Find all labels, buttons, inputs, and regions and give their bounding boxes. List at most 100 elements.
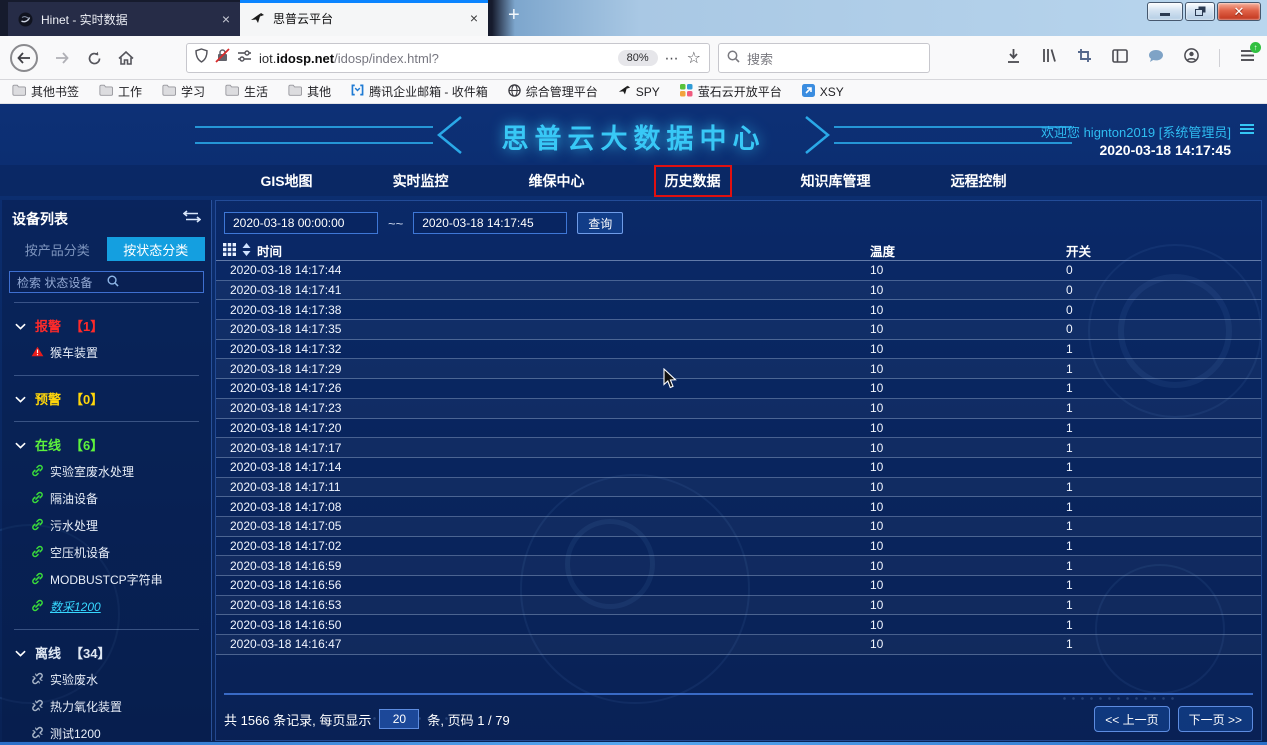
device-item[interactable]: 数采1200 <box>2 593 211 620</box>
close-window-button[interactable]: ✕ <box>1217 2 1261 21</box>
nav-tab-GIS地图[interactable]: GIS地图 <box>249 165 323 197</box>
device-item[interactable]: MODBUSTCP字符串 <box>2 566 211 593</box>
device-item[interactable]: 猴车装置 <box>2 339 211 366</box>
library-icon[interactable] <box>1041 48 1057 68</box>
permissions-icon[interactable] <box>237 49 252 67</box>
chat-icon[interactable] <box>1148 49 1164 68</box>
bookmark-item[interactable]: 学习 <box>162 83 205 100</box>
sidebar-toggle-icon[interactable] <box>1112 49 1128 68</box>
browser-tab-sipu[interactable]: 思普云平台 × <box>240 0 488 36</box>
table-row[interactable]: 2020-03-18 14:17:14101 <box>216 458 1261 478</box>
arrow-icon <box>802 84 815 100</box>
app-menu-icon[interactable] <box>1239 123 1255 141</box>
url-bar[interactable]: iot.idosp.net/idosp/index.html? 80% ⋯ ☆ <box>186 43 710 73</box>
sidebar-tab-by-status[interactable]: 按状态分类 <box>107 237 206 261</box>
sidebar-tab-by-product[interactable]: 按产品分类 <box>8 237 107 261</box>
table-row[interactable]: 2020-03-18 14:17:41100 <box>216 281 1261 301</box>
device-item[interactable]: 实验废水 <box>2 666 211 693</box>
table-row[interactable]: 2020-03-18 14:16:53101 <box>216 596 1261 616</box>
blocked-lock-icon[interactable] <box>215 48 230 68</box>
sort-icon[interactable] <box>242 243 251 259</box>
table-row[interactable]: 2020-03-18 14:17:29101 <box>216 359 1261 379</box>
zoom-level-badge[interactable]: 80% <box>618 50 658 66</box>
table-row[interactable]: 2020-03-18 14:16:50101 <box>216 615 1261 635</box>
table-row[interactable]: 2020-03-18 14:17:32101 <box>216 340 1261 360</box>
table-row[interactable]: 2020-03-18 14:16:47101 <box>216 635 1261 655</box>
url-text[interactable]: iot.idosp.net/idosp/index.html? <box>259 51 611 66</box>
column-header-temperature[interactable]: 温度 <box>866 241 1062 260</box>
device-item[interactable]: 污水处理 <box>2 512 211 539</box>
table-row[interactable]: 2020-03-18 14:17:35100 <box>216 320 1261 340</box>
table-row[interactable]: 2020-03-18 14:17:44100 <box>216 261 1261 281</box>
device-group-在线[interactable]: 在线【6】 <box>2 431 211 458</box>
forward-button[interactable] <box>48 44 76 72</box>
new-tab-button[interactable]: + <box>500 4 528 27</box>
home-button[interactable] <box>112 44 140 72</box>
menu-icon[interactable]: ↑ <box>1240 49 1255 67</box>
table-row[interactable]: 2020-03-18 14:17:02101 <box>216 537 1261 557</box>
table-row[interactable]: 2020-03-18 14:16:56101 <box>216 576 1261 596</box>
device-item[interactable]: 隔油设备 <box>2 485 211 512</box>
nav-tab-实时监控[interactable]: 实时监控 <box>382 165 460 197</box>
search-input[interactable]: 搜索 <box>718 43 930 73</box>
cell-time: 2020-03-18 14:17:29 <box>216 362 866 376</box>
account-icon[interactable] <box>1184 48 1199 68</box>
screenshot-icon[interactable] <box>1077 48 1092 68</box>
tab-close-icon[interactable]: × <box>222 11 230 27</box>
browser-tab-hinet[interactable]: Hinet - 实时数据 × <box>8 2 240 36</box>
search-icon[interactable] <box>107 275 197 290</box>
swap-arrows-icon[interactable] <box>183 210 201 228</box>
table-row[interactable]: 2020-03-18 14:17:26101 <box>216 379 1261 399</box>
nav-tab-维保中心[interactable]: 维保中心 <box>518 165 596 197</box>
column-header-switch[interactable]: 开关 <box>1062 241 1261 260</box>
nav-tab-远程控制[interactable]: 远程控制 <box>940 165 1018 197</box>
download-icon[interactable] <box>1006 48 1021 69</box>
bookmark-item[interactable]: 其他 <box>288 83 331 100</box>
table-row[interactable]: 2020-03-18 14:17:08101 <box>216 497 1261 517</box>
bookmark-star-icon[interactable]: ☆ <box>687 48 701 68</box>
cell-temperature: 10 <box>866 637 1062 651</box>
bookmark-item[interactable]: 综合管理平台 <box>508 83 598 100</box>
query-button[interactable]: 查询 <box>577 212 623 234</box>
window-titlebar[interactable]: Hinet - 实时数据 × 思普云平台 × + ✕ <box>0 0 1267 36</box>
table-row[interactable]: 2020-03-18 14:17:20101 <box>216 419 1261 439</box>
restore-button[interactable] <box>1185 2 1215 21</box>
reload-button[interactable] <box>80 44 108 72</box>
nav-tab-知识库管理[interactable]: 知识库管理 <box>790 165 882 197</box>
device-group-离线[interactable]: 离线【34】 <box>2 639 211 666</box>
shield-icon[interactable] <box>195 48 208 68</box>
nav-tab-历史数据[interactable]: 历史数据 <box>654 165 732 197</box>
device-item[interactable]: 热力氧化装置 <box>2 693 211 720</box>
device-item[interactable]: 空压机设备 <box>2 539 211 566</box>
device-group-报警[interactable]: 报警【1】 <box>2 312 211 339</box>
table-row[interactable]: 2020-03-18 14:17:05101 <box>216 517 1261 537</box>
start-datetime-input[interactable]: 2020-03-18 00:00:00 <box>224 212 378 234</box>
bookmark-item[interactable]: XSY <box>802 84 844 100</box>
end-datetime-input[interactable]: 2020-03-18 14:17:45 <box>413 212 567 234</box>
device-group-预警[interactable]: 预警【0】 <box>2 385 211 412</box>
device-search-input[interactable]: 检索 状态设备 <box>9 271 204 293</box>
bookmark-item[interactable]: 其他书签 <box>12 83 79 100</box>
minimize-button[interactable] <box>1147 2 1183 21</box>
table-row[interactable]: 2020-03-18 14:17:17101 <box>216 438 1261 458</box>
bookmark-item[interactable]: 腾讯企业邮箱 - 收件箱 <box>351 83 488 100</box>
back-button[interactable] <box>10 44 38 72</box>
table-row[interactable]: 2020-03-18 14:16:59101 <box>216 556 1261 576</box>
table-row[interactable]: 2020-03-18 14:17:38100 <box>216 300 1261 320</box>
bookmark-item[interactable]: 萤石云开放平台 <box>680 83 782 100</box>
table-row[interactable]: 2020-03-18 14:17:23101 <box>216 399 1261 419</box>
device-item[interactable]: 测试1200 <box>2 720 211 741</box>
column-header-time[interactable]: 时间 <box>257 241 282 260</box>
page-actions-icon[interactable]: ⋯ <box>665 50 680 67</box>
grid-icon[interactable] <box>223 243 236 259</box>
bookmark-item[interactable]: SPY <box>618 84 660 100</box>
device-item[interactable]: 实验室废水处理 <box>2 458 211 485</box>
bookmark-item[interactable]: 工作 <box>99 83 142 100</box>
bookmark-label: 腾讯企业邮箱 - 收件箱 <box>369 83 488 100</box>
bookmark-item[interactable]: 生活 <box>225 83 268 100</box>
prev-page-button[interactable]: << 上一页 <box>1094 706 1169 732</box>
page-size-input[interactable]: 20 <box>379 709 419 729</box>
next-page-button[interactable]: 下一页 >> <box>1178 706 1253 732</box>
table-row[interactable]: 2020-03-18 14:17:11101 <box>216 478 1261 498</box>
tab-close-icon[interactable]: × <box>470 10 478 26</box>
